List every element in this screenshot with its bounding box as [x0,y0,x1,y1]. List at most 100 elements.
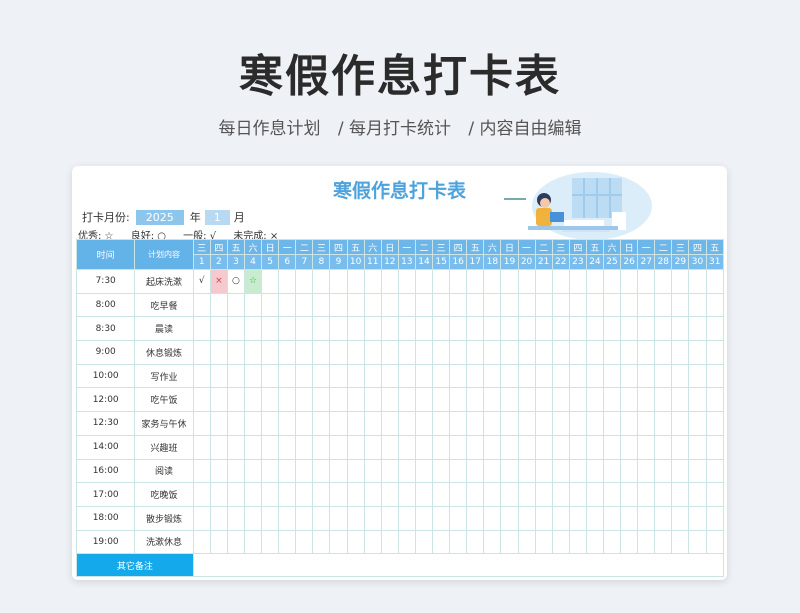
checkin-cell[interactable] [261,316,280,342]
checkin-cell[interactable] [671,269,690,294]
checkin-cell[interactable] [209,340,228,365]
checkin-cell[interactable] [705,269,725,294]
checkin-cell[interactable] [209,387,228,413]
checkin-cell[interactable] [517,292,536,318]
checkin-cell[interactable] [483,505,502,531]
checkin-cell[interactable] [295,411,314,436]
checkin-cell[interactable] [500,292,519,318]
checkin-cell[interactable] [363,363,382,389]
checkin-cell[interactable] [620,363,639,389]
checkin-cell[interactable] [705,505,725,531]
checkin-cell[interactable] [449,363,468,389]
checkin-cell[interactable] [278,340,297,365]
checkin-cell[interactable] [329,316,348,342]
checkin-cell[interactable] [243,434,263,460]
checkin-cell[interactable] [654,292,673,318]
checkin-cell[interactable] [585,482,604,507]
checkin-cell[interactable] [243,458,263,484]
checkin-cell[interactable] [312,458,331,484]
checkin-cell[interactable] [226,292,246,318]
checkin-cell[interactable] [568,316,587,342]
checkin-cell[interactable] [705,458,725,484]
checkin-cell[interactable] [449,387,468,413]
checkin-cell[interactable] [654,269,673,294]
checkin-cell[interactable] [432,387,451,413]
checkin-cell[interactable] [585,458,604,484]
checkin-cell[interactable] [414,292,434,318]
checkin-cell[interactable] [517,363,536,389]
checkin-cell[interactable] [705,411,725,436]
plan-cell[interactable]: 洗漱休息 [134,529,194,555]
checkin-cell[interactable] [688,363,707,389]
checkin-cell[interactable] [261,292,280,318]
checkin-cell[interactable] [380,458,399,484]
checkin-cell[interactable] [534,411,553,436]
checkin-cell[interactable] [226,529,246,555]
checkin-cell[interactable] [295,292,314,318]
checkin-cell[interactable] [226,482,246,507]
checkin-cell[interactable] [295,458,314,484]
checkin-cell[interactable] [278,387,297,413]
checkin-cell[interactable] [602,434,622,460]
checkin-cell[interactable] [568,434,587,460]
checkin-cell[interactable] [671,363,690,389]
checkin-cell[interactable] [329,269,348,294]
checkin-cell[interactable] [466,269,485,294]
checkin-cell[interactable] [688,434,707,460]
checkin-cell[interactable] [500,529,519,555]
checkin-cell[interactable] [261,529,280,555]
checkin-cell[interactable] [568,529,587,555]
checkin-cell[interactable] [414,387,434,413]
checkin-cell[interactable] [192,411,211,436]
checkin-cell[interactable] [363,434,382,460]
checkin-cell[interactable] [620,316,639,342]
checkin-cell[interactable] [688,292,707,318]
checkin-cell[interactable] [551,458,570,484]
checkin-cell[interactable] [602,387,622,413]
checkin-cell[interactable] [500,411,519,436]
checkin-cell[interactable] [397,505,416,531]
checkin-cell[interactable] [517,529,536,555]
month-field[interactable]: 1 [204,209,230,225]
checkin-cell[interactable] [363,411,382,436]
checkin-cell[interactable] [243,292,263,318]
checkin-cell[interactable] [602,340,622,365]
checkin-cell[interactable] [449,482,468,507]
checkin-cell[interactable] [380,411,399,436]
checkin-cell[interactable] [602,529,622,555]
checkin-cell[interactable] [620,387,639,413]
checkin-cell[interactable] [551,316,570,342]
checkin-cell[interactable] [483,434,502,460]
checkin-cell[interactable] [312,387,331,413]
checkin-cell[interactable] [346,482,365,507]
checkin-cell[interactable] [671,434,690,460]
checkin-cell[interactable] [620,434,639,460]
checkin-cell[interactable] [192,482,211,507]
checkin-cell[interactable] [620,529,639,555]
checkin-cell[interactable] [620,458,639,484]
checkin-cell[interactable] [295,434,314,460]
checkin-cell[interactable] [226,316,246,342]
checkin-cell[interactable]: ○ [226,269,246,294]
checkin-cell[interactable] [517,340,536,365]
checkin-cell[interactable] [568,482,587,507]
checkin-cell[interactable] [483,411,502,436]
plan-cell[interactable]: 吃午饭 [134,387,194,413]
checkin-cell[interactable] [363,387,382,413]
checkin-cell[interactable] [637,316,656,342]
checkin-cell[interactable] [192,458,211,484]
checkin-cell[interactable] [602,458,622,484]
checkin-cell[interactable] [705,316,725,342]
checkin-cell[interactable] [602,505,622,531]
checkin-cell[interactable] [414,340,434,365]
checkin-cell[interactable] [705,482,725,507]
checkin-cell[interactable] [585,411,604,436]
checkin-cell[interactable] [534,340,553,365]
checkin-cell[interactable] [346,316,365,342]
checkin-cell[interactable] [500,458,519,484]
checkin-cell[interactable] [466,363,485,389]
checkin-cell[interactable] [432,316,451,342]
checkin-cell[interactable] [688,529,707,555]
checkin-cell[interactable] [602,411,622,436]
checkin-cell[interactable] [278,458,297,484]
